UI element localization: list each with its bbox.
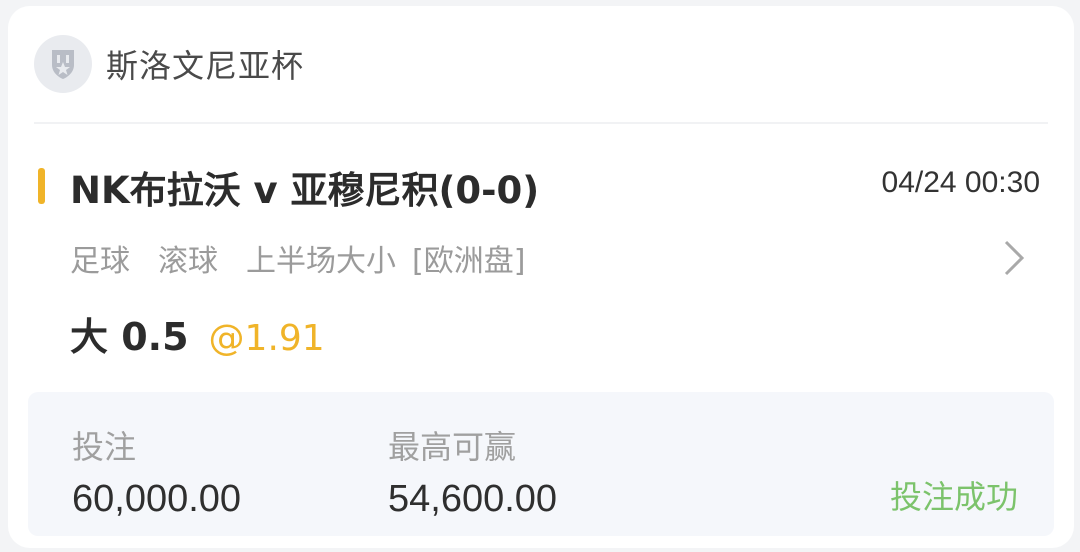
max-win-label: 最高可赢 xyxy=(388,428,517,466)
match-time: 04/24 00:30 xyxy=(881,166,1040,199)
league-header: 斯洛文尼亚杯 xyxy=(34,34,304,94)
stake-block: 投注 60,000.00 xyxy=(72,422,241,521)
stake-value: 60,000.00 xyxy=(72,478,242,520)
league-name: 斯洛文尼亚杯 xyxy=(106,47,305,85)
mode-label: 滚球 xyxy=(158,244,218,279)
max-win-value: 54,600.00 xyxy=(388,478,558,520)
chevron-right-icon[interactable] xyxy=(996,238,1032,278)
stake-label: 投注 xyxy=(72,428,137,466)
sport-label: 足球 xyxy=(70,244,130,279)
selection-odds: @1.91 xyxy=(208,318,325,359)
selection: 大 0.5 @1.91 xyxy=(70,306,325,361)
divider xyxy=(34,122,1048,124)
bet-card: 斯洛文尼亚杯 NK布拉沃 v 亚穆尼积(0-0) 04/24 00:30 足球 … xyxy=(8,6,1074,548)
match-accent-bar xyxy=(38,168,45,204)
trophy-shield-icon xyxy=(34,35,92,93)
odds-type-label: [欧洲盘] xyxy=(412,244,526,279)
bet-meta: 足球 滚球 上半场大小 [欧洲盘] xyxy=(70,236,553,280)
market-label: 上半场大小 xyxy=(246,244,396,279)
bet-summary: 投注 60,000.00 最高可赢 54,600.00 投注成功 xyxy=(28,392,1054,536)
selection-name: 大 0.5 xyxy=(70,315,189,359)
match-title: NK布拉沃 v 亚穆尼积(0-0) xyxy=(70,169,540,212)
bet-status: 投注成功 xyxy=(889,478,1018,516)
max-win-block: 最高可赢 54,600.00 xyxy=(388,422,557,521)
